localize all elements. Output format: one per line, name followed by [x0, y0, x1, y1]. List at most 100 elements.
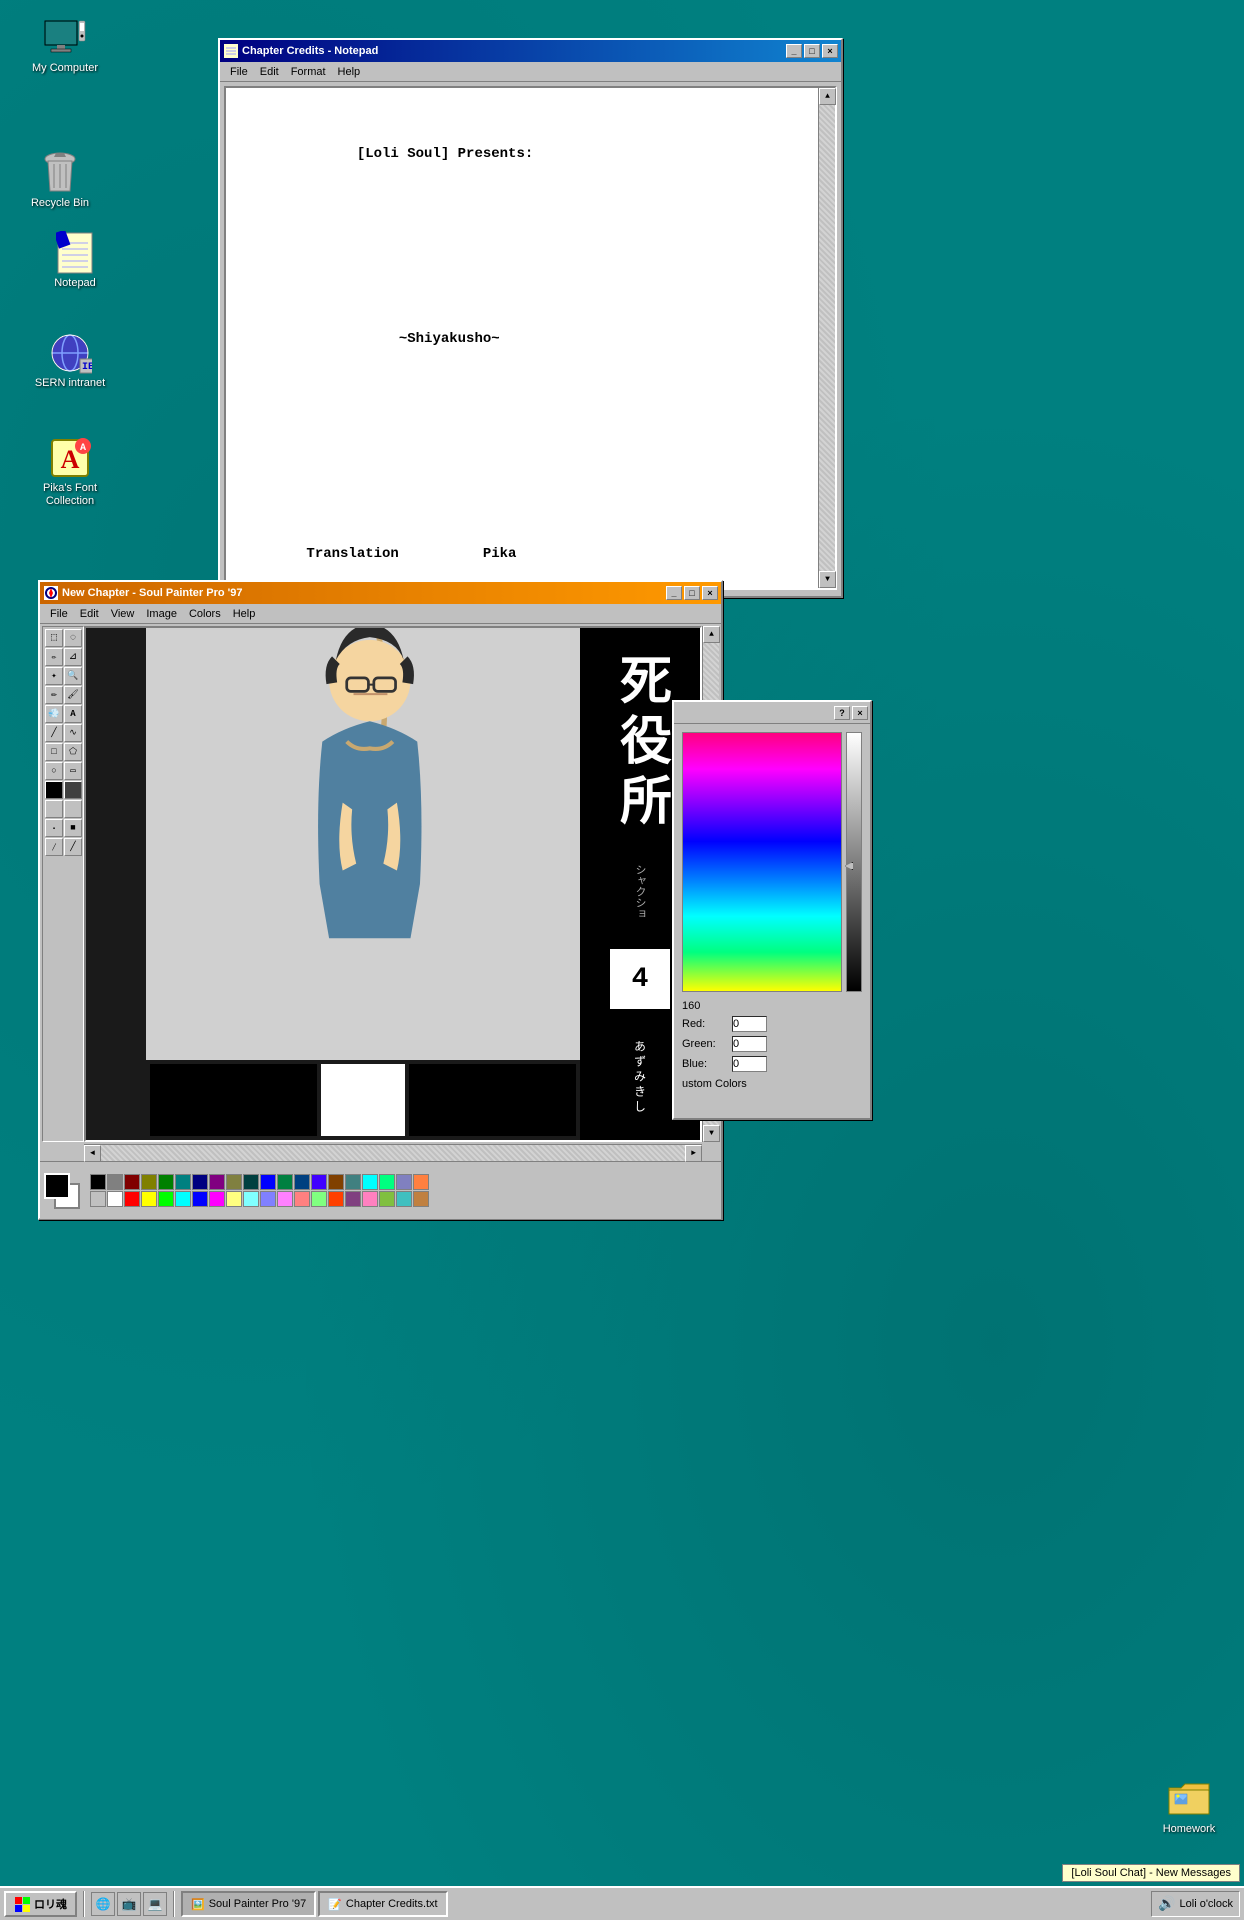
- paint-scroll-left[interactable]: ◄: [84, 1145, 101, 1162]
- color-blue2[interactable]: [192, 1191, 208, 1207]
- tool-fill[interactable]: ⊿: [64, 648, 82, 666]
- color-gradient[interactable]: [682, 732, 842, 992]
- color-turquoise[interactable]: [396, 1191, 412, 1207]
- red-input[interactable]: [732, 1016, 767, 1032]
- color-lightgreen[interactable]: [311, 1191, 327, 1207]
- font-collection-icon[interactable]: A A Pika's Font Collection: [25, 430, 115, 512]
- color-orangered[interactable]: [328, 1191, 344, 1207]
- tool-pencil[interactable]: ✏: [45, 686, 63, 704]
- color-lightyellow[interactable]: [226, 1191, 242, 1207]
- color-purple[interactable]: [209, 1174, 225, 1190]
- color-mintgreen[interactable]: [379, 1174, 395, 1190]
- scrollbar-up-btn[interactable]: ▲: [819, 88, 836, 105]
- tool-dot2[interactable]: [64, 781, 82, 799]
- homework-icon[interactable]: Homework: [1144, 1771, 1234, 1840]
- color-brightness-slider[interactable]: [846, 732, 862, 992]
- color-hotpink[interactable]: [362, 1191, 378, 1207]
- green-input[interactable]: [732, 1036, 767, 1052]
- paint-fg-color[interactable]: [44, 1173, 70, 1199]
- paint-scroll-track-h[interactable]: [101, 1145, 685, 1161]
- tool-round-rect[interactable]: ▭: [64, 762, 82, 780]
- notepad-menu-edit[interactable]: Edit: [254, 64, 285, 80]
- color-plum[interactable]: [345, 1191, 361, 1207]
- notepad-menu-format[interactable]: Format: [285, 64, 332, 80]
- color-lightcyan[interactable]: [243, 1191, 259, 1207]
- paint-scroll-up[interactable]: ▲: [703, 626, 720, 643]
- scrollbar-track[interactable]: [819, 105, 835, 571]
- quick-launch-btn-3[interactable]: 💻: [143, 1892, 167, 1916]
- tool-text[interactable]: A: [64, 705, 82, 723]
- tool-magnify[interactable]: 🔍: [64, 667, 82, 685]
- notepad-scrollbar[interactable]: ▲ ▼: [818, 88, 835, 588]
- tool-select-rect[interactable]: ⬚: [45, 629, 63, 647]
- tool-eyedropper[interactable]: ✦: [45, 667, 63, 685]
- paint-menu-image[interactable]: Image: [140, 606, 183, 622]
- tool-polygon[interactable]: ⬠: [64, 743, 82, 761]
- color-picker-question[interactable]: ?: [834, 706, 850, 720]
- taskbar-notepad-app[interactable]: 📝 Chapter Credits.txt: [318, 1891, 447, 1917]
- paint-scrollbar-h[interactable]: ◄ ►: [84, 1144, 702, 1161]
- paint-menu-file[interactable]: File: [44, 606, 74, 622]
- color-navy[interactable]: [192, 1174, 208, 1190]
- color-periwinkle[interactable]: [396, 1174, 412, 1190]
- my-computer-icon[interactable]: My Computer: [20, 10, 110, 79]
- paint-scroll-down[interactable]: ▼: [703, 1125, 720, 1142]
- color-salmon[interactable]: [294, 1191, 310, 1207]
- color-gray[interactable]: [107, 1174, 123, 1190]
- tool-line2[interactable]: ╱: [64, 838, 82, 856]
- color-yellowgreen[interactable]: [379, 1191, 395, 1207]
- color-violet[interactable]: [311, 1174, 327, 1190]
- notepad-minimize-btn[interactable]: _: [786, 44, 802, 58]
- brightness-handle[interactable]: [845, 862, 865, 870]
- color-olive2[interactable]: [226, 1174, 242, 1190]
- paint-menu-colors[interactable]: Colors: [183, 606, 227, 622]
- tool-line1[interactable]: ╱: [45, 838, 63, 856]
- paint-menu-edit[interactable]: Edit: [74, 606, 105, 622]
- scrollbar-down-btn[interactable]: ▼: [819, 571, 836, 588]
- start-button[interactable]: ロリ魂: [4, 1891, 77, 1917]
- tool-ellipse[interactable]: ○: [45, 762, 63, 780]
- color-orange[interactable]: [413, 1174, 429, 1190]
- color-picker-close[interactable]: ×: [852, 706, 868, 720]
- color-periwinkle2[interactable]: [260, 1191, 276, 1207]
- color-green[interactable]: [158, 1174, 174, 1190]
- color-steelteal[interactable]: [345, 1174, 361, 1190]
- notepad-close-btn[interactable]: ×: [822, 44, 838, 58]
- color-pink[interactable]: [277, 1191, 293, 1207]
- blue-input[interactable]: [732, 1056, 767, 1072]
- tool-dot3[interactable]: [45, 800, 63, 818]
- notepad-maximize-btn[interactable]: □: [804, 44, 820, 58]
- tool-rect[interactable]: □: [45, 743, 63, 761]
- tool-select-free[interactable]: ◌: [64, 629, 82, 647]
- notepad-desktop-icon[interactable]: Notepad: [30, 225, 120, 294]
- color-brown[interactable]: [328, 1174, 344, 1190]
- tray-volume-icon[interactable]: 🔊: [1158, 1896, 1175, 1913]
- paint-menu-help[interactable]: Help: [227, 606, 262, 622]
- paint-minimize-btn[interactable]: _: [666, 586, 682, 600]
- notepad-menu-file[interactable]: File: [224, 64, 254, 80]
- paint-scroll-right[interactable]: ►: [685, 1145, 702, 1162]
- tool-dot4[interactable]: [64, 800, 82, 818]
- color-blue[interactable]: [260, 1174, 276, 1190]
- color-aqua[interactable]: [175, 1191, 191, 1207]
- color-lime[interactable]: [158, 1191, 174, 1207]
- sern-intranet-icon[interactable]: IE SERN intranet: [25, 325, 115, 394]
- color-white[interactable]: [107, 1191, 123, 1207]
- paint-active-colors[interactable]: [44, 1173, 80, 1209]
- tool-brush[interactable]: 🖌: [64, 686, 82, 704]
- color-green2[interactable]: [277, 1174, 293, 1190]
- notepad-text[interactable]: [Loli Soul] Presents: ~Shiyakusho~ Trans…: [226, 88, 818, 588]
- color-darkteal[interactable]: [243, 1174, 259, 1190]
- tool-sz1[interactable]: ▪: [45, 819, 63, 837]
- recycle-bin-icon[interactable]: Recycle Bin: [15, 145, 105, 214]
- color-cyan[interactable]: [362, 1174, 378, 1190]
- color-black[interactable]: [90, 1174, 106, 1190]
- color-tan[interactable]: [413, 1191, 429, 1207]
- taskbar-paint-app[interactable]: 🖼️ Soul Painter Pro '97: [181, 1891, 316, 1917]
- color-maroon[interactable]: [124, 1174, 140, 1190]
- color-magenta[interactable]: [209, 1191, 225, 1207]
- tool-eraser[interactable]: ✏: [45, 648, 63, 666]
- paint-menu-view[interactable]: View: [105, 606, 141, 622]
- paint-close-btn[interactable]: ×: [702, 586, 718, 600]
- tool-dot1[interactable]: [45, 781, 63, 799]
